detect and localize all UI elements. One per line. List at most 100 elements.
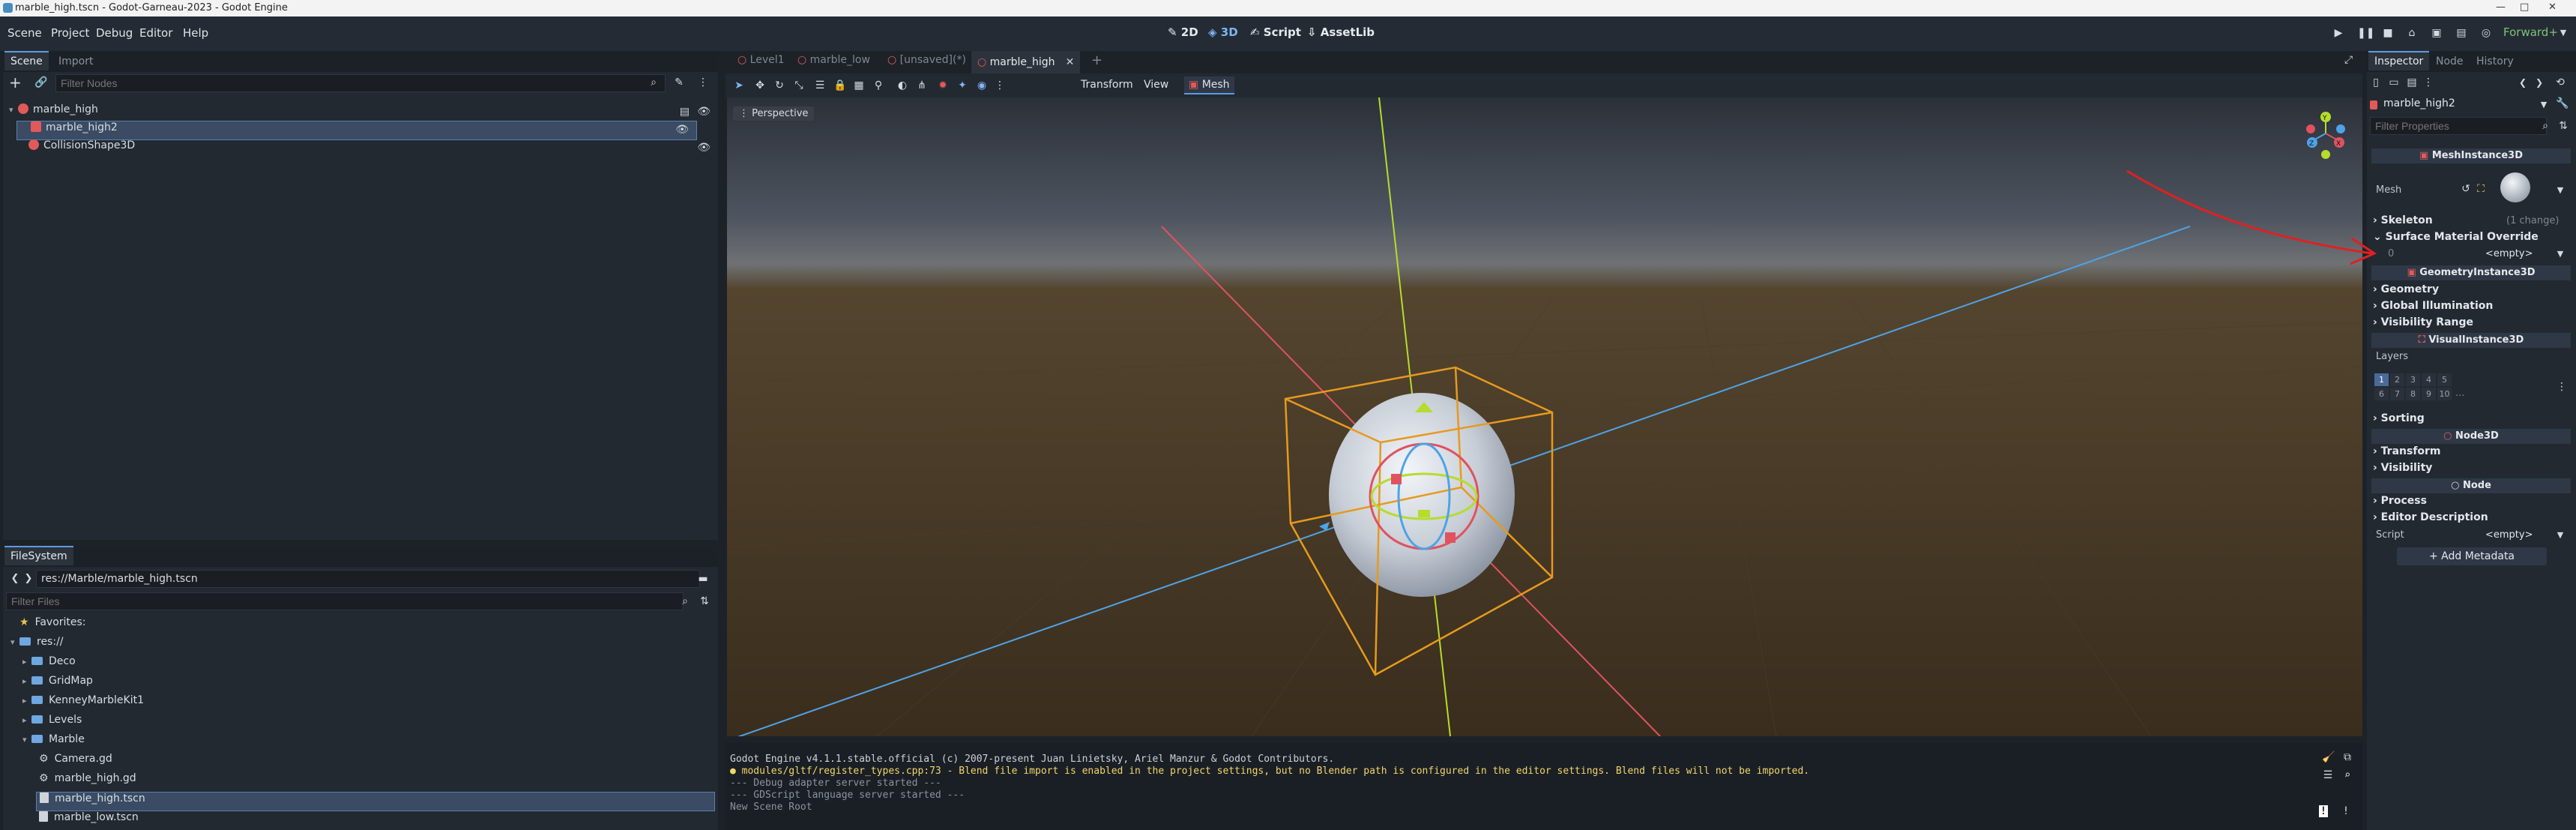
scene-script-icon[interactable]: ✎ (673, 76, 685, 88)
inspected-object-name[interactable]: marble_high2 (2383, 97, 2455, 109)
filter-nodes-input[interactable] (55, 74, 666, 92)
history-forward-icon[interactable]: ❯ (2533, 76, 2545, 88)
mode-2d-button[interactable]: ✎ 2D (1168, 25, 1198, 39)
link-icon[interactable]: 🔗 (34, 76, 47, 88)
section-surface-material-override[interactable]: ⌄ Surface Material Override (2373, 231, 2539, 243)
move-tool-icon[interactable]: ✥ (754, 79, 766, 91)
scene-tree-row[interactable]: CollisionShape3D 👁 (3, 139, 718, 157)
tab-scene[interactable]: Scene (4, 51, 49, 70)
preview-sun-icon[interactable]: ✦ (956, 79, 968, 91)
transform-menu[interactable]: Transform (1081, 79, 1133, 91)
script-value[interactable]: <empty> (2485, 529, 2533, 541)
new-tab-icon[interactable]: + (1091, 52, 1103, 68)
renderer-select[interactable]: Forward+ (2503, 25, 2558, 39)
stop-icon[interactable]: ■ (2382, 27, 2394, 39)
rotate-tool-icon[interactable]: ↻ (773, 79, 785, 91)
resource-menu-icon[interactable]: ⋮ (2422, 76, 2434, 88)
list-item[interactable]: ★ Favorites: (19, 616, 86, 634)
menu-editor[interactable]: Editor (139, 26, 172, 40)
view-menu[interactable]: View (1144, 79, 1168, 91)
section-process[interactable]: › Process (2373, 495, 2427, 507)
maximize-button[interactable]: □ (2520, 1, 2529, 13)
list-item[interactable]: ⚙ Camera.gd (39, 753, 112, 771)
layer-toggle[interactable]: 1 (2374, 373, 2389, 386)
distraction-free-icon[interactable]: ⤢ (2344, 54, 2353, 66)
layer-toggle[interactable]: 7 (2390, 388, 2404, 400)
perspective-menu-button[interactable]: ⋮ Perspective (733, 106, 815, 121)
list-item[interactable]: ▸ Levels (22, 714, 82, 732)
play-scene-icon[interactable]: ▣ (2431, 27, 2443, 39)
layer-toggle[interactable]: 5 (2437, 373, 2452, 386)
sort-icon[interactable]: ⇅ (699, 595, 711, 607)
collapse-caret-icon[interactable]: ▾ (10, 637, 19, 647)
filter-files-input[interactable] (6, 592, 684, 610)
section-visibility-range[interactable]: › Visibility Range (2373, 316, 2473, 328)
expand-caret-icon[interactable]: ▸ (22, 715, 31, 725)
section-global-illumination[interactable]: › Global Illumination (2373, 300, 2493, 312)
list-item[interactable]: ▸ GridMap (22, 675, 93, 693)
section-editor-description[interactable]: › Editor Description (2373, 511, 2488, 523)
error-count-icon[interactable]: ! (2319, 805, 2328, 817)
visibility-eye-icon[interactable]: 👁 (675, 124, 689, 136)
layers-more[interactable]: ... (2455, 388, 2464, 399)
expand-caret-icon[interactable]: ▸ (22, 676, 31, 686)
play-custom-scene-icon[interactable]: ▤ (2455, 27, 2467, 39)
layer-toggle[interactable]: 3 (2406, 373, 2420, 386)
layer-toggle[interactable]: 8 (2406, 388, 2420, 400)
filter-icon[interactable]: ☰ (2322, 769, 2334, 781)
tab-level1[interactable]: ○ Level1 (737, 54, 785, 66)
preview-environment-icon[interactable]: ◉ (976, 79, 988, 91)
mesh-resource-icon[interactable]: ⛶ (2475, 183, 2487, 195)
viewport-menu-icon[interactable]: ⋮ (994, 79, 1006, 91)
sort-icon[interactable]: ⇅ (2557, 120, 2569, 132)
tab-history[interactable]: History (2470, 52, 2520, 70)
tab-marble-high[interactable]: ○ marble_high ✕ (971, 51, 1081, 73)
add-node-icon[interactable]: + (9, 75, 22, 90)
tab-filesystem[interactable]: FileSystem (4, 546, 73, 565)
open-resource-icon[interactable]: ▭ (2388, 76, 2400, 88)
minimize-button[interactable]: — (2496, 1, 2506, 13)
split-mode-icon[interactable]: ▬ (697, 573, 709, 585)
list-select-icon[interactable]: ☰ (814, 79, 826, 91)
object-dropdown-chevron-icon[interactable]: ▼ (2538, 99, 2550, 111)
group-icon[interactable]: ▦ (853, 79, 865, 91)
remote-debug-icon[interactable]: ⌂ (2406, 27, 2418, 39)
tab-inspector[interactable]: Inspector (2368, 51, 2430, 70)
layer-toggle[interactable]: 2 (2390, 373, 2404, 386)
mode-script-button[interactable]: ✍ Script (1250, 25, 1301, 39)
layer-toggle[interactable]: 9 (2422, 388, 2436, 400)
back-chevron-icon[interactable]: ❮ (9, 573, 21, 585)
tab-unsaved[interactable]: ○ [unsaved](*) (887, 54, 966, 66)
layer-toggle[interactable]: 4 (2422, 373, 2436, 386)
list-item[interactable]: marble_low.tscn (39, 811, 139, 829)
section-geometry[interactable]: › Geometry (2373, 283, 2439, 295)
scale-tool-icon[interactable]: ⤡ (793, 79, 805, 91)
history-back-icon[interactable]: ❮ (2517, 76, 2529, 88)
surface-dropdown-chevron-icon[interactable]: ▼ (2554, 248, 2566, 260)
collapse-caret-icon[interactable]: ▾ (9, 105, 18, 115)
close-tab-icon[interactable]: ✕ (1066, 56, 1075, 68)
list-item[interactable]: ⚙ marble_high.gd (39, 772, 136, 790)
scene-tree-row[interactable]: ▾ marble_high ▤ 👁 (3, 103, 718, 121)
close-window-button[interactable]: ✕ (2548, 1, 2557, 13)
revert-icon[interactable]: ↺ (2460, 183, 2472, 195)
section-transform[interactable]: › Transform (2373, 445, 2441, 457)
tab-import[interactable]: Import (52, 52, 99, 70)
list-item[interactable]: ▸ KenneyMarbleKit1 (22, 694, 144, 712)
scene-menu-icon[interactable]: ⋮ (697, 76, 709, 88)
mesh-dropdown-chevron-icon[interactable]: ▼ (2554, 184, 2566, 196)
filesystem-path-field[interactable]: res://Marble/marble_high.tscn (36, 570, 700, 588)
select-tool-icon[interactable]: ➤ (733, 79, 745, 91)
mode-3d-button[interactable]: ◈ 3D (1208, 25, 1238, 39)
mode-assetlib-button[interactable]: ⇩ AssetLib (1307, 25, 1375, 39)
layer-toggle[interactable]: 10 (2437, 388, 2452, 400)
lock-icon[interactable]: 🔒 (833, 79, 846, 91)
menu-debug[interactable]: Debug (96, 26, 133, 40)
expand-caret-icon[interactable]: ▸ (22, 696, 31, 706)
layers-menu-icon[interactable]: ⋮ (2556, 381, 2568, 393)
list-item[interactable]: ▾ Marble (22, 733, 85, 751)
add-metadata-button[interactable]: + Add Metadata (2397, 547, 2547, 565)
clear-output-icon[interactable]: 🧹 (2322, 751, 2335, 763)
renderer-chevron-down-icon[interactable]: ▼ (2557, 27, 2569, 39)
doc-icon[interactable]: 🔧 (2556, 97, 2569, 109)
